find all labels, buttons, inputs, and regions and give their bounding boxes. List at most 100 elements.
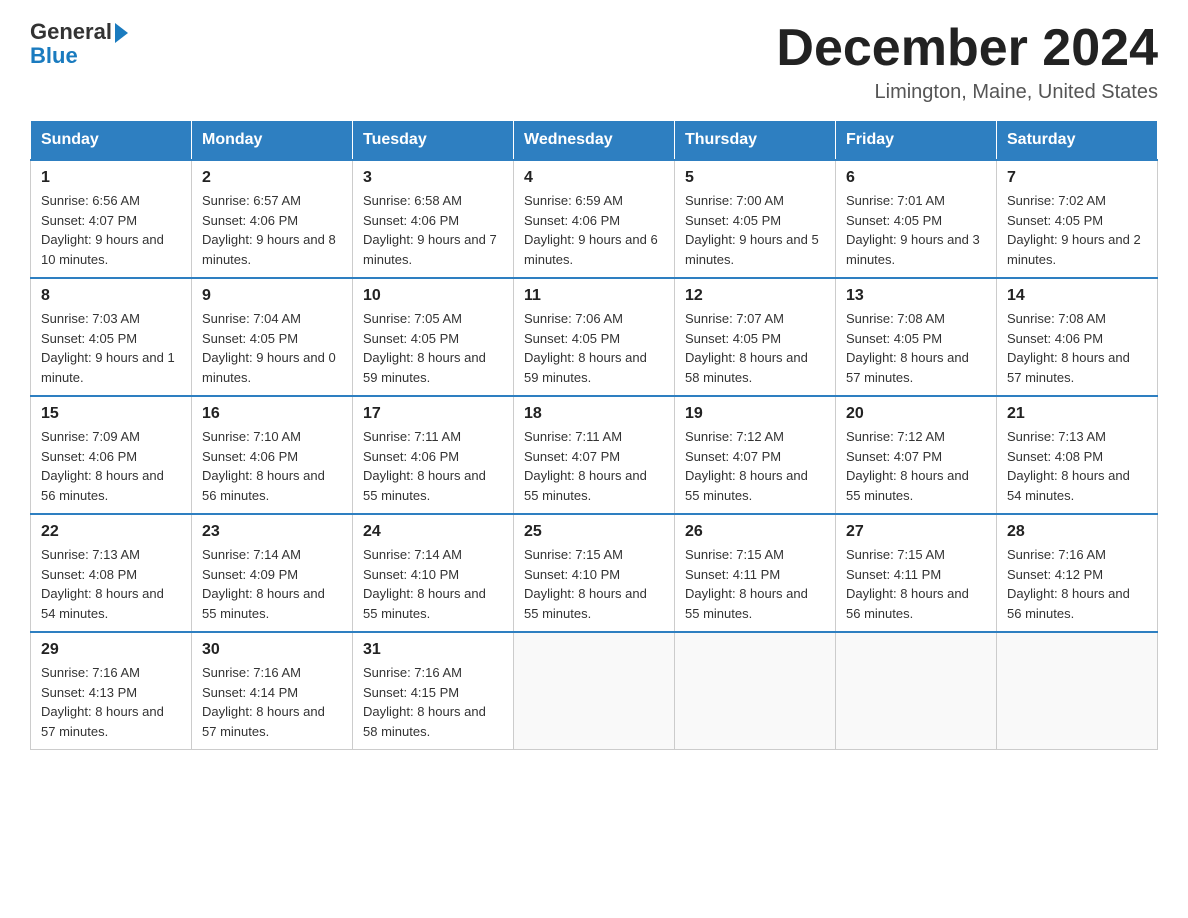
day-number: 28 [1007,523,1147,541]
day-info: Sunrise: 7:10 AMSunset: 4:06 PMDaylight:… [202,427,342,505]
week-row-1: 1 Sunrise: 6:56 AMSunset: 4:07 PMDaylight… [31,160,1158,278]
day-cell: 13 Sunrise: 7:08 AMSunset: 4:05 PMDayligh… [836,278,997,396]
week-row-5: 29 Sunrise: 7:16 AMSunset: 4:13 PMDayligh… [31,632,1158,750]
day-info: Sunrise: 7:06 AMSunset: 4:05 PMDaylight:… [524,309,664,387]
day-cell: 19Sunrise: 7:12 AMSunset: 4:07 PMDayligh… [675,396,836,514]
day-cell [997,632,1158,750]
day-number: 21 [1007,405,1147,423]
day-cell [836,632,997,750]
day-info: Sunrise: 7:16 AMSunset: 4:13 PMDaylight:… [41,663,181,741]
day-cell: 28 Sunrise: 7:16 AMSunset: 4:12 PMDayligh… [997,514,1158,632]
day-cell: 16 Sunrise: 7:10 AMSunset: 4:06 PMDayligh… [192,396,353,514]
day-number: 22 [41,523,181,541]
header-thursday: Thursday [675,121,836,161]
day-info: Sunrise: 7:16 AMSunset: 4:14 PMDaylight:… [202,663,342,741]
day-info: Sunrise: 7:02 AMSunset: 4:05 PMDaylight:… [1007,191,1147,269]
day-number: 18 [524,405,664,423]
day-info: Sunrise: 7:04 AMSunset: 4:05 PMDaylight:… [202,309,342,387]
header-sunday: Sunday [31,121,192,161]
day-info: Sunrise: 6:57 AMSunset: 4:06 PMDaylight:… [202,191,342,269]
day-info: Sunrise: 6:58 AMSunset: 4:06 PMDaylight:… [363,191,503,269]
day-info: Sunrise: 7:13 AMSunset: 4:08 PMDaylight:… [41,545,181,623]
day-number: 4 [524,169,664,187]
day-number: 14 [1007,287,1147,305]
day-cell: 17 Sunrise: 7:11 AMSunset: 4:06 PMDayligh… [353,396,514,514]
day-info: Sunrise: 7:14 AMSunset: 4:10 PMDaylight:… [363,545,503,623]
day-cell: 21 Sunrise: 7:13 AMSunset: 4:08 PMDayligh… [997,396,1158,514]
day-info: Sunrise: 7:13 AMSunset: 4:08 PMDaylight:… [1007,427,1147,505]
day-number: 20 [846,405,986,423]
calendar-header: SundayMondayTuesdayWednesdayThursdayFrid… [31,121,1158,161]
day-number: 2 [202,169,342,187]
day-info: Sunrise: 7:09 AMSunset: 4:06 PMDaylight:… [41,427,181,505]
day-cell: 18 Sunrise: 7:11 AMSunset: 4:07 PMDayligh… [514,396,675,514]
day-cell: 15 Sunrise: 7:09 AMSunset: 4:06 PMDayligh… [31,396,192,514]
day-number: 26 [685,523,825,541]
day-cell: 27 Sunrise: 7:15 AMSunset: 4:11 PMDayligh… [836,514,997,632]
day-cell: 11 Sunrise: 7:06 AMSunset: 4:05 PMDayligh… [514,278,675,396]
logo-arrow-icon [115,23,128,43]
day-number: 24 [363,523,503,541]
day-cell: 1 Sunrise: 6:56 AMSunset: 4:07 PMDaylight… [31,160,192,278]
calendar-table: SundayMondayTuesdayWednesdayThursdayFrid… [30,120,1158,750]
day-info: Sunrise: 7:08 AMSunset: 4:05 PMDaylight:… [846,309,986,387]
day-number: 6 [846,169,986,187]
day-cell: 5 Sunrise: 7:00 AMSunset: 4:05 PMDaylight… [675,160,836,278]
day-info: Sunrise: 7:15 AMSunset: 4:10 PMDaylight:… [524,545,664,623]
day-cell: 4 Sunrise: 6:59 AMSunset: 4:06 PMDaylight… [514,160,675,278]
page-header: General Blue December 2024 Limington, Ma… [30,20,1158,104]
day-info: Sunrise: 7:11 AMSunset: 4:07 PMDaylight:… [524,427,664,505]
day-number: 17 [363,405,503,423]
day-cell: 14 Sunrise: 7:08 AMSunset: 4:06 PMDayligh… [997,278,1158,396]
day-info: Sunrise: 7:05 AMSunset: 4:05 PMDaylight:… [363,309,503,387]
day-cell: 29 Sunrise: 7:16 AMSunset: 4:13 PMDayligh… [31,632,192,750]
day-number: 16 [202,405,342,423]
day-number: 19 [685,405,825,423]
day-cell: 22 Sunrise: 7:13 AMSunset: 4:08 PMDayligh… [31,514,192,632]
week-row-2: 8 Sunrise: 7:03 AMSunset: 4:05 PMDaylight… [31,278,1158,396]
day-number: 8 [41,287,181,305]
day-number: 11 [524,287,664,305]
day-info: Sunrise: 7:12 AMSunset: 4:07 PMDaylight:… [846,427,986,505]
logo-general: General [30,20,112,44]
header-row: SundayMondayTuesdayWednesdayThursdayFrid… [31,121,1158,161]
day-cell: 20 Sunrise: 7:12 AMSunset: 4:07 PMDayligh… [836,396,997,514]
day-info: Sunrise: 7:11 AMSunset: 4:06 PMDaylight:… [363,427,503,505]
calendar-body: 1 Sunrise: 6:56 AMSunset: 4:07 PMDaylight… [31,160,1158,750]
header-wednesday: Wednesday [514,121,675,161]
day-cell: 3Sunrise: 6:58 AMSunset: 4:06 PMDaylight… [353,160,514,278]
header-saturday: Saturday [997,121,1158,161]
day-number: 27 [846,523,986,541]
day-number: 13 [846,287,986,305]
day-cell: 24 Sunrise: 7:14 AMSunset: 4:10 PMDayligh… [353,514,514,632]
day-number: 12 [685,287,825,305]
location: Limington, Maine, United States [776,81,1158,104]
day-cell: 23Sunrise: 7:14 AMSunset: 4:09 PMDayligh… [192,514,353,632]
day-info: Sunrise: 7:15 AMSunset: 4:11 PMDaylight:… [685,545,825,623]
logo-blue: Blue [30,44,78,68]
day-number: 15 [41,405,181,423]
day-info: Sunrise: 7:00 AMSunset: 4:05 PMDaylight:… [685,191,825,269]
day-cell: 26 Sunrise: 7:15 AMSunset: 4:11 PMDayligh… [675,514,836,632]
day-info: Sunrise: 7:08 AMSunset: 4:06 PMDaylight:… [1007,309,1147,387]
day-info: Sunrise: 7:16 AMSunset: 4:12 PMDaylight:… [1007,545,1147,623]
day-number: 31 [363,641,503,659]
header-friday: Friday [836,121,997,161]
day-number: 29 [41,641,181,659]
day-number: 5 [685,169,825,187]
day-cell: 30Sunrise: 7:16 AMSunset: 4:14 PMDayligh… [192,632,353,750]
day-cell: 9Sunrise: 7:04 AMSunset: 4:05 PMDaylight… [192,278,353,396]
day-cell [514,632,675,750]
day-info: Sunrise: 7:03 AMSunset: 4:05 PMDaylight:… [41,309,181,387]
day-info: Sunrise: 7:15 AMSunset: 4:11 PMDaylight:… [846,545,986,623]
day-info: Sunrise: 7:14 AMSunset: 4:09 PMDaylight:… [202,545,342,623]
day-info: Sunrise: 6:59 AMSunset: 4:06 PMDaylight:… [524,191,664,269]
week-row-3: 15 Sunrise: 7:09 AMSunset: 4:06 PMDayligh… [31,396,1158,514]
day-info: Sunrise: 6:56 AMSunset: 4:07 PMDaylight:… [41,191,181,269]
day-info: Sunrise: 7:07 AMSunset: 4:05 PMDaylight:… [685,309,825,387]
day-info: Sunrise: 7:16 AMSunset: 4:15 PMDaylight:… [363,663,503,741]
day-cell: 2 Sunrise: 6:57 AMSunset: 4:06 PMDaylight… [192,160,353,278]
day-cell: 25Sunrise: 7:15 AMSunset: 4:10 PMDayligh… [514,514,675,632]
day-cell: 10Sunrise: 7:05 AMSunset: 4:05 PMDayligh… [353,278,514,396]
day-number: 1 [41,169,181,187]
